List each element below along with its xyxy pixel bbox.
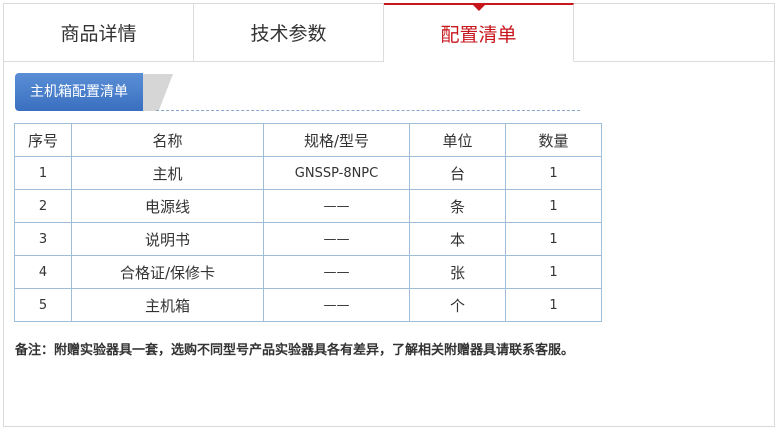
cell-index: 5 <box>14 288 72 322</box>
cell-quantity: 1 <box>505 255 602 289</box>
table-row: 1 主机 GNSSP-8NPC 台 1 <box>14 156 602 190</box>
cell-model: —— <box>263 288 410 322</box>
tab-bar-divider <box>574 61 775 62</box>
cell-unit: 个 <box>409 288 506 322</box>
cell-name: 说明书 <box>71 222 264 256</box>
cell-unit: 本 <box>409 222 506 256</box>
cell-quantity: 1 <box>505 222 602 256</box>
tab-label: 配置清单 <box>440 23 517 46</box>
cell-quantity: 1 <box>505 156 602 190</box>
cell-quantity: 1 <box>505 189 602 223</box>
tab-bar: 商品详情 技术参数 配置清单 <box>4 3 574 62</box>
cell-model: GNSSP-8NPC <box>263 156 410 190</box>
tab-label: 商品详情 <box>60 23 137 45</box>
cell-name: 主机箱 <box>71 288 264 322</box>
header-unit: 单位 <box>409 123 506 157</box>
header-model: 规格/型号 <box>263 123 410 157</box>
table-header-row: 序号 名称 规格/型号 单位 数量 <box>14 123 602 157</box>
table-row: 2 电源线 —— 条 1 <box>14 189 602 223</box>
cell-name: 合格证/保修卡 <box>71 255 264 289</box>
cell-index: 1 <box>14 156 72 190</box>
cell-unit: 张 <box>409 255 506 289</box>
cell-model: —— <box>263 255 410 289</box>
cell-model: —— <box>263 189 410 223</box>
table-row: 3 说明书 —— 本 1 <box>14 222 602 256</box>
header-name: 名称 <box>71 123 264 157</box>
cell-index: 3 <box>14 222 72 256</box>
cell-model: —— <box>263 222 410 256</box>
cell-index: 2 <box>14 189 72 223</box>
tab-technical-specs[interactable]: 技术参数 <box>194 4 384 62</box>
remark-note: 备注：附赠实验器具一套，选购不同型号产品实验器具各有差异，了解相关附赠器具请联系… <box>15 343 575 358</box>
cell-name: 电源线 <box>71 189 264 223</box>
ribbon-fold-shape <box>141 74 173 111</box>
table-row: 5 主机箱 —— 个 1 <box>14 288 602 322</box>
tab-label: 技术参数 <box>250 23 327 45</box>
active-tab-caret-icon <box>471 4 486 11</box>
cell-unit: 条 <box>409 189 506 223</box>
product-detail-panel: 商品详情 技术参数 配置清单 主机箱配置清单 序号 名称 规格/型号 单位 数量… <box>3 3 775 427</box>
configuration-table: 序号 名称 规格/型号 单位 数量 1 主机 GNSSP-8NPC 台 1 2 … <box>14 123 602 322</box>
table-row: 4 合格证/保修卡 —— 张 1 <box>14 255 602 289</box>
header-quantity: 数量 <box>505 123 602 157</box>
header-index: 序号 <box>14 123 72 157</box>
cell-name: 主机 <box>71 156 264 190</box>
tab-product-details[interactable]: 商品详情 <box>4 4 194 62</box>
cell-quantity: 1 <box>505 288 602 322</box>
tab-configuration-list[interactable]: 配置清单 <box>384 3 574 62</box>
section-ribbon-label: 主机箱配置清单 <box>15 73 143 111</box>
cell-index: 4 <box>14 255 72 289</box>
section-heading: 主机箱配置清单 <box>15 73 580 115</box>
cell-unit: 台 <box>409 156 506 190</box>
section-dashed-divider <box>156 110 580 111</box>
